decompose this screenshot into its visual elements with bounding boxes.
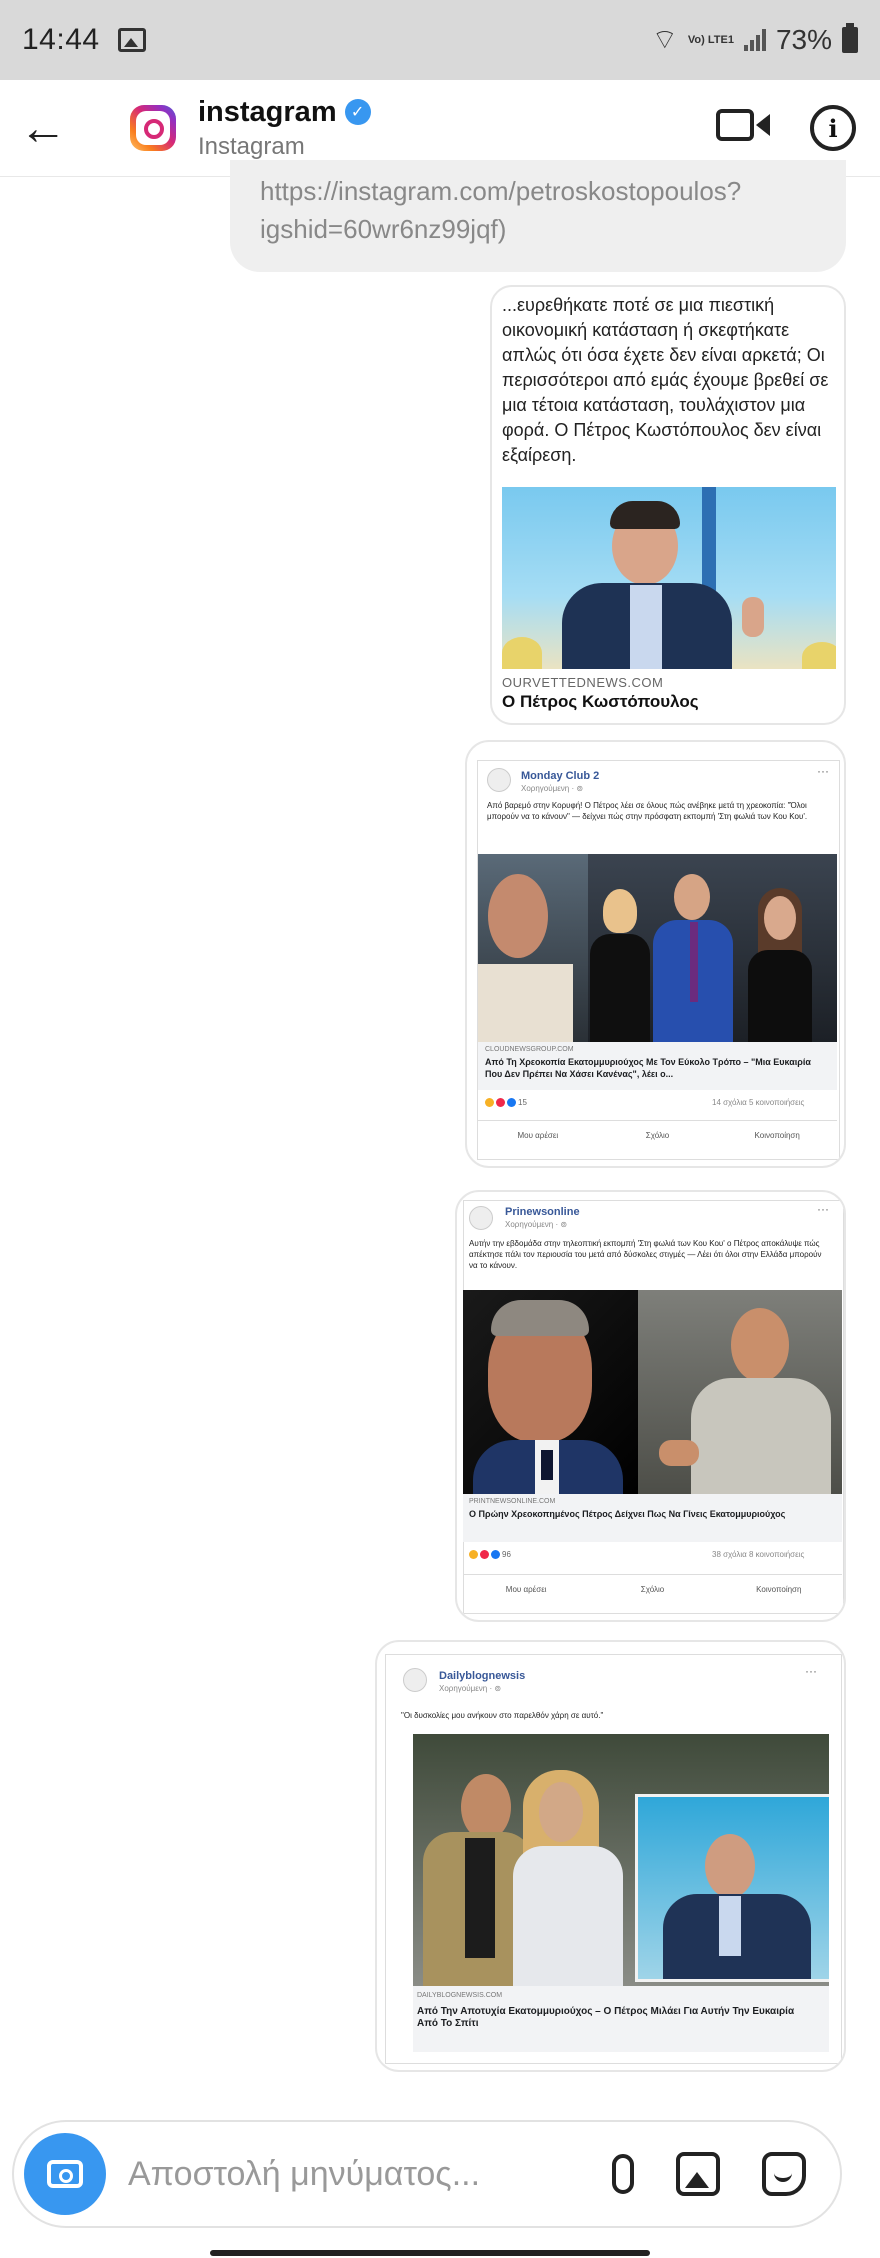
fb-post-meta: Χορηγούμενη · ⊚ xyxy=(521,784,584,793)
message-image-fb-post-3[interactable]: Dailyblognewsis Χορηγούμενη · ⊚ ··· "Οι … xyxy=(375,1640,846,2072)
fb-comment-label: Σχόλιο xyxy=(640,1585,665,1594)
fb-share-label: Κοινοποίηση xyxy=(754,1131,800,1140)
fb-like-label: Μου αρέσει xyxy=(517,1131,559,1140)
chat-name-text: instagram xyxy=(198,95,337,128)
gallery-icon[interactable] xyxy=(676,2152,720,2196)
message-link-bubble[interactable]: https://instagram.com/petroskostopoulos?… xyxy=(230,160,846,272)
fb-post-meta: Χορηγούμενη · ⊚ xyxy=(439,1684,502,1693)
fb-page-name: Dailyblognewsis xyxy=(439,1670,526,1682)
chat-subtitle: Instagram xyxy=(198,132,305,160)
more-options-icon: ··· xyxy=(817,1202,829,1216)
fb-post-meta: Χορηγούμενη · ⊚ xyxy=(505,1220,568,1229)
fb-link-source: DAILYBLOGNEWSIS.COM xyxy=(417,1992,503,1999)
home-indicator[interactable] xyxy=(210,2250,650,2256)
fb-page-name: Monday Club 2 xyxy=(521,770,600,782)
battery-percent: 73% xyxy=(775,24,832,55)
wifi-icon: ⌔ xyxy=(651,23,678,55)
fb-share-label: Κοινοποίηση xyxy=(756,1585,802,1594)
video-call-icon[interactable] xyxy=(716,105,770,145)
fb-post-text: Από βαρεμό στην Κορυφή! Ο Πέτρος λέει σε… xyxy=(487,801,808,821)
fb-post-image xyxy=(413,1734,829,1986)
fb-link-source: PRINTNEWSONLINE.COM xyxy=(469,1498,556,1505)
status-bar: 14:44 ⌔ Vo) LTE1 73% xyxy=(0,0,880,80)
fb-post-text: Αυτήν την εβδομάδα στην τηλεοπτική εκπομ… xyxy=(469,1239,822,1270)
fb-link-title: Ο Πρώην Χρεοκοπημένος Πέτρος Δείχνει Πως… xyxy=(469,1509,786,1519)
info-icon[interactable]: i xyxy=(810,105,856,151)
message-image-fb-post-1[interactable]: Monday Club 2 Χορηγούμενη · ⊚ ··· Από βα… xyxy=(465,740,846,1168)
page-logo xyxy=(469,1206,493,1230)
sticker-icon[interactable] xyxy=(762,2152,806,2196)
page-logo xyxy=(403,1668,427,1692)
status-time: 14:44 xyxy=(22,23,100,56)
header-actions: i xyxy=(716,105,856,151)
status-indicators: ⌔ Vo) LTE1 73% xyxy=(652,23,858,58)
gallery-notification-icon xyxy=(117,28,146,52)
fb-action-bar: Μου αρέσει Σχόλιο Κοινοποίηση xyxy=(463,1574,842,1605)
fb-page-name: Prinewsonline xyxy=(505,1206,580,1218)
fb-link-source: CLOUDNEWSGROUP.COM xyxy=(485,1046,574,1053)
fb-comment-share-count: 38 σχόλια 8 κοινοποιήσεις xyxy=(712,1550,805,1559)
message-composer: Αποστολή μηνύματος... xyxy=(12,2120,842,2228)
article-title: Ο Πέτρος Κωστόπουλος xyxy=(502,692,699,711)
back-arrow-icon[interactable]: ← xyxy=(8,93,78,163)
fb-post-image xyxy=(463,1290,842,1494)
fb-like-label: Μου αρέσει xyxy=(505,1585,547,1594)
fb-reactions: 96 xyxy=(469,1550,511,1559)
fb-reactions: 15 xyxy=(485,1098,527,1107)
message-article-card[interactable]: ...ευρεθήκατε ποτέ σε μια πιεστική οικον… xyxy=(490,285,846,725)
more-options-icon: ··· xyxy=(817,764,829,778)
chat-title-block[interactable]: instagram ✓ Instagram xyxy=(198,96,371,161)
network-label: Vo) LTE1 xyxy=(687,33,734,46)
camera-button[interactable] xyxy=(24,2133,106,2215)
fb-reaction-count: 15 xyxy=(518,1098,527,1107)
composer-actions xyxy=(612,2152,806,2196)
article-source: OURVETTEDNEWS.COM xyxy=(502,675,664,690)
signal-icon xyxy=(743,29,766,51)
message-input[interactable]: Αποστολή μηνύματος... xyxy=(128,2155,612,2194)
message-image-fb-post-2[interactable]: Prinewsonline Χορηγούμενη · ⊚ ··· Αυτήν … xyxy=(455,1190,846,1622)
article-text: ...ευρεθήκατε ποτέ σε μια πιεστική οικον… xyxy=(502,295,829,465)
fb-link-title: Από Τη Χρεοκοπία Εκατομμυριούχος Με Τον … xyxy=(485,1057,811,1079)
page-logo xyxy=(487,768,511,792)
fb-comment-label: Σχόλιο xyxy=(645,1131,670,1140)
camera-icon xyxy=(47,2160,83,2188)
fb-link-title: Από Την Αποτυχία Εκατομμυριούχος – Ο Πέτ… xyxy=(417,2006,795,2029)
fb-post-image xyxy=(478,854,837,1042)
microphone-icon[interactable] xyxy=(612,2154,634,2194)
verified-badge-icon: ✓ xyxy=(344,99,371,125)
article-photo xyxy=(502,487,836,669)
chat-name: instagram ✓ xyxy=(198,96,371,129)
instagram-avatar[interactable] xyxy=(130,105,176,151)
fb-action-bar: Μου αρέσει Σχόλιο Κοινοποίηση xyxy=(478,1120,837,1151)
fb-comment-share-count: 14 σχόλια 5 κοινοποιήσεις xyxy=(712,1098,805,1107)
battery-icon xyxy=(842,23,858,53)
fb-reaction-count: 96 xyxy=(502,1550,511,1559)
more-options-icon: ··· xyxy=(805,1664,817,1678)
fb-post-text: "Οι δυσκολίες μου ανήκουν στο παρελθόν χ… xyxy=(401,1711,604,1720)
